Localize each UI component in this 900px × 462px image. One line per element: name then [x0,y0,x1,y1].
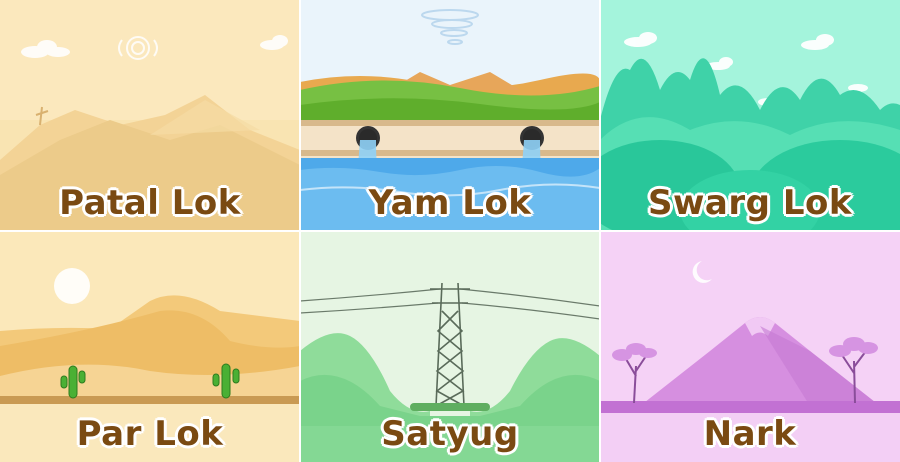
tile-label: Par Lok [76,414,224,454]
tile-par-lok[interactable]: Par Lok [0,231,300,462]
tile-yam-lok[interactable]: Yam Lok [300,0,600,231]
level-select-grid: Patal Lok Yam Lok Swarg Lok Par Lok Saty… [0,0,900,462]
tile-label: Patal Lok [59,183,241,223]
sun-icon [54,268,90,304]
grid-divider [0,230,900,232]
tile-label: Satyug [381,414,519,454]
tile-patal-lok[interactable]: Patal Lok [0,0,300,231]
tile-label: Yam Lok [368,183,532,223]
tile-label: Nark [703,414,797,454]
tile-satyug[interactable]: Satyug [300,231,600,462]
tile-swarg-lok[interactable]: Swarg Lok [600,0,900,231]
tile-nark[interactable]: Nark [600,231,900,462]
tile-label: Swarg Lok [648,183,852,223]
